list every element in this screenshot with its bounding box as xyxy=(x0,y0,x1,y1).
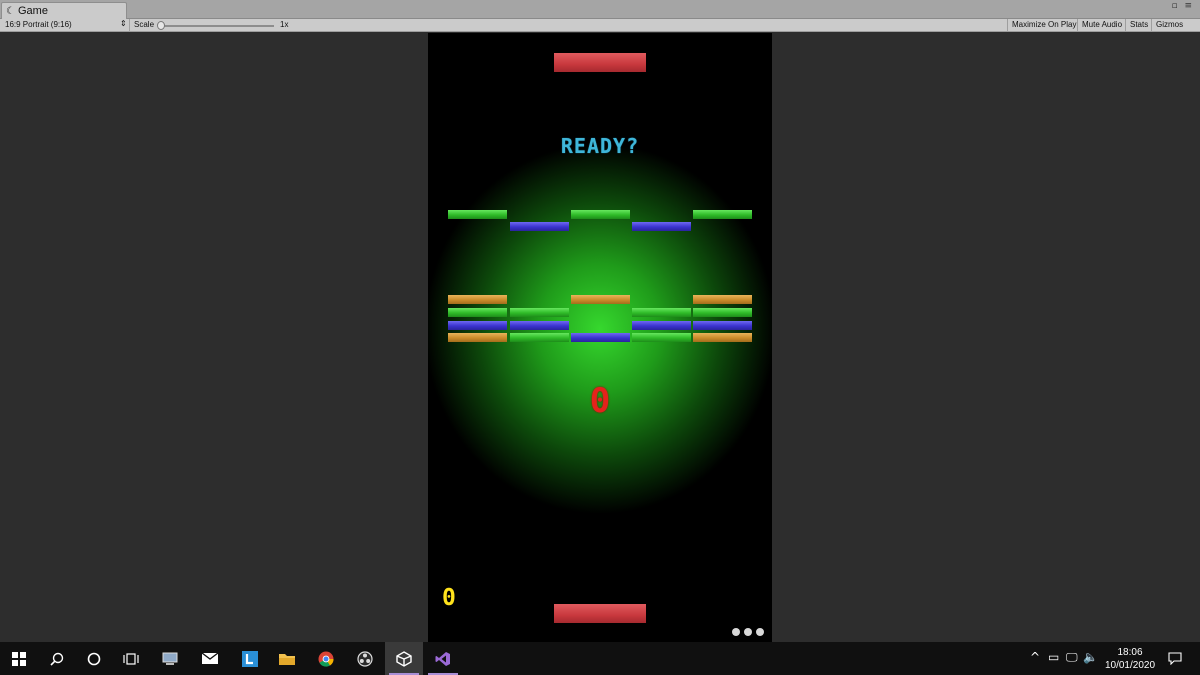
brick xyxy=(693,333,752,342)
brick xyxy=(448,210,507,219)
top-paddle xyxy=(554,53,646,72)
cortana-icon[interactable] xyxy=(75,642,113,675)
window-controls[interactable]: ▫ ≡ xyxy=(1171,1,1194,11)
obs-icon[interactable] xyxy=(346,642,384,675)
brick xyxy=(448,321,507,330)
game-toolbar: 16:9 Portrait (9:16) ⇕ Scale 1x Maximize… xyxy=(0,19,1200,32)
clock-time: 18:06 xyxy=(1117,647,1143,658)
brick xyxy=(448,295,507,304)
clock-date: 10/01/2020 xyxy=(1104,660,1156,671)
brick xyxy=(693,210,752,219)
scale-label: Scale xyxy=(134,20,155,29)
mute-audio-button[interactable]: Mute Audio xyxy=(1077,19,1126,32)
scale-slider-track[interactable] xyxy=(160,25,274,27)
game-view-icon: ☾ xyxy=(6,5,15,17)
battery-icon[interactable]: ▭ xyxy=(1048,650,1059,664)
game-tab[interactable]: ☾ Game xyxy=(1,2,127,19)
brick xyxy=(693,321,752,330)
computer-icon[interactable] xyxy=(152,642,190,675)
toolbar-divider xyxy=(129,19,130,32)
maximize-on-play-button[interactable]: Maximize On Play xyxy=(1007,19,1080,32)
aspect-dropdown[interactable]: 16:9 Portrait (9:16) xyxy=(5,20,72,29)
brick xyxy=(571,333,630,342)
brick xyxy=(510,222,569,231)
brick xyxy=(448,308,507,317)
system-clock[interactable]: 18:06 10/01/2020 xyxy=(1100,646,1160,672)
game-viewport[interactable]: READY? 0 0 xyxy=(428,33,772,642)
file-explorer-icon[interactable] xyxy=(268,642,306,675)
brick xyxy=(448,333,507,342)
editor-tab-bar: ☾ Game ▫ ≡ xyxy=(0,0,1200,19)
brick xyxy=(510,333,569,342)
mail-icon[interactable] xyxy=(191,642,229,675)
bottom-paddle xyxy=(554,604,646,623)
brick xyxy=(632,308,691,317)
center-score: 0 xyxy=(589,381,611,421)
brick xyxy=(632,321,691,330)
gizmos-dropdown[interactable]: Gizmos xyxy=(1151,19,1187,32)
stats-button[interactable]: Stats xyxy=(1125,19,1152,32)
brick xyxy=(632,222,691,231)
notifications-icon[interactable] xyxy=(1156,642,1194,675)
scale-value: 1x xyxy=(280,20,289,29)
brick xyxy=(693,308,752,317)
brick xyxy=(510,308,569,317)
scale-slider-thumb[interactable] xyxy=(157,21,165,30)
more-options-icon[interactable] xyxy=(732,628,764,636)
brick xyxy=(571,295,630,304)
windows-start-icon[interactable] xyxy=(0,642,38,675)
unity-icon[interactable] xyxy=(385,642,423,675)
task-view-icon[interactable] xyxy=(112,642,150,675)
player-score: 0 xyxy=(442,585,456,611)
volume-icon[interactable]: 🔈 xyxy=(1083,650,1098,664)
game-tab-label: Game xyxy=(18,5,48,17)
search-icon[interactable] xyxy=(38,642,76,675)
brick xyxy=(571,210,630,219)
brick xyxy=(510,321,569,330)
network-icon[interactable]: 🖵 xyxy=(1066,650,1078,665)
brick xyxy=(693,295,752,304)
chevron-down-icon: ⇕ xyxy=(120,19,127,28)
chrome-icon[interactable] xyxy=(307,642,345,675)
windows-taskbar: ^ ▭ 🖵 🔈 18:06 10/01/2020 xyxy=(0,642,1200,675)
visual-studio-icon[interactable] xyxy=(424,642,462,675)
brick xyxy=(632,333,691,342)
chevron-up-icon[interactable]: ^ xyxy=(1030,650,1040,664)
l-app-icon[interactable] xyxy=(231,642,269,675)
ready-text: READY? xyxy=(560,134,640,158)
